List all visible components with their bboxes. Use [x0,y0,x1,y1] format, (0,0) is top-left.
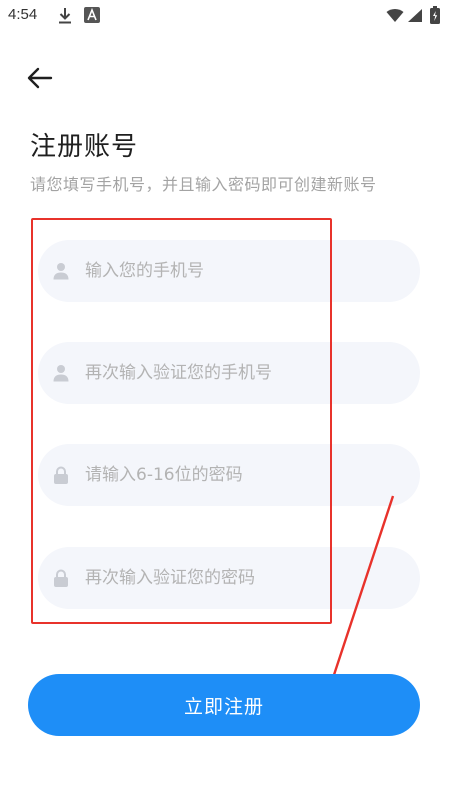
user-icon [51,363,71,383]
password-confirm-input[interactable] [83,567,387,589]
wifi-icon [386,8,404,27]
lock-icon [51,568,71,588]
page-title: 注册账号 [30,132,139,162]
user-icon [51,261,71,281]
phone-confirm-field[interactable] [38,342,420,404]
download-icon [58,7,72,29]
status-time: 4:54 [8,6,38,23]
page-subtitle: 请您填写手机号，并且输入密码即可创建新账号 [30,175,377,194]
phone-input[interactable] [83,260,387,282]
font-a-icon [84,7,100,27]
back-arrow-icon [27,67,53,93]
password-field[interactable] [38,444,420,506]
password-confirm-field[interactable] [38,547,420,609]
signal-icon [407,8,423,27]
back-button[interactable] [22,62,58,98]
phone-field[interactable] [38,240,420,302]
lock-icon [51,465,71,485]
password-input[interactable] [83,464,387,486]
battery-icon [430,6,440,28]
status-bar: 4:54 [0,0,450,32]
phone-confirm-input[interactable] [83,362,387,384]
register-button[interactable]: 立即注册 [28,674,420,736]
